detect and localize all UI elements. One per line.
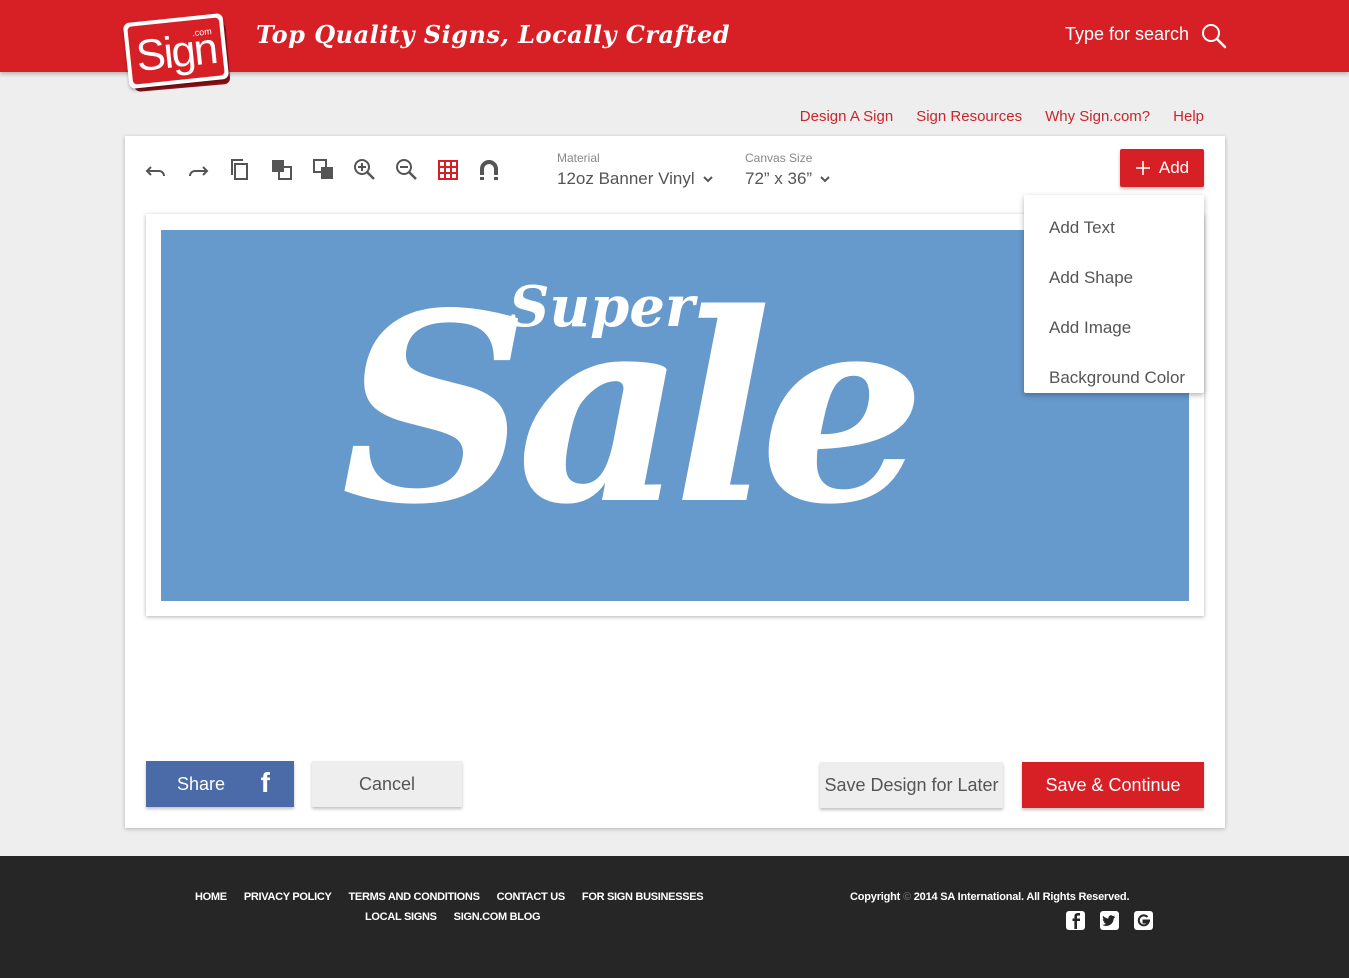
cancel-button[interactable]: Cancel	[312, 761, 462, 807]
tagline: Top Quality Signs, Locally Crafted	[256, 20, 731, 49]
share-button-label: Share	[177, 773, 226, 794]
material-select[interactable]: 12oz Banner Vinyl	[557, 169, 715, 189]
send-backward-icon[interactable]	[310, 156, 338, 184]
grid-icon[interactable]	[435, 156, 463, 184]
facebook-icon[interactable]	[1065, 910, 1086, 931]
copyright: Copyright © 2014 SA International. All R…	[850, 891, 1130, 903]
footer-links-row-1: HOME PRIVACY POLICY TERMS AND CONDITIONS…	[195, 891, 704, 903]
footer-link-local-signs[interactable]: LOCAL SIGNS	[365, 911, 437, 923]
add-dropdown-menu: Add Text Add Shape Add Image Background …	[1024, 195, 1204, 393]
canvas-size-label: Canvas Size	[745, 151, 813, 165]
editor-card: Material 12oz Banner Vinyl Canvas Size 7…	[125, 136, 1225, 828]
zoom-in-icon[interactable]	[351, 156, 379, 184]
zoom-out-icon[interactable]	[393, 156, 421, 184]
twitter-icon[interactable]	[1099, 910, 1120, 931]
chevron-down-icon	[702, 176, 713, 183]
bring-forward-icon[interactable]	[268, 156, 296, 184]
undo-icon[interactable]	[142, 156, 170, 184]
nav-sign-resources[interactable]: Sign Resources	[916, 108, 1022, 125]
canvas-text-sale[interactable]: Sale	[341, 240, 925, 580]
facebook-icon: f	[260, 767, 270, 798]
magnet-icon[interactable]	[476, 156, 504, 184]
menu-add-shape[interactable]: Add Shape	[1024, 253, 1204, 303]
footer: HOME PRIVACY POLICY TERMS AND CONDITIONS…	[0, 856, 1349, 978]
top-bar: Sign .com Top Quality Signs, Locally Cra…	[0, 0, 1349, 93]
nav-design-a-sign[interactable]: Design A Sign	[800, 108, 893, 125]
footer-link-blog[interactable]: SIGN.COM BLOG	[454, 911, 541, 923]
copyright-suffix: 2014 SA International. All Rights Reserv…	[913, 891, 1130, 903]
add-button-label: Add	[1158, 158, 1190, 177]
search-icon[interactable]	[1200, 22, 1228, 50]
copyright-prefix: Copyright	[850, 891, 901, 903]
add-button[interactable]: Add	[1120, 149, 1204, 187]
footer-links-row-2: LOCAL SIGNS SIGN.COM BLOG	[365, 911, 541, 923]
save-design-for-later-button[interactable]: Save Design for Later	[820, 762, 1003, 808]
menu-background-color[interactable]: Background Color	[1024, 353, 1204, 403]
search-input[interactable]: Type for search	[1065, 24, 1189, 45]
footer-link-privacy-policy[interactable]: PRIVACY POLICY	[244, 891, 332, 903]
footer-link-contact-us[interactable]: CONTACT US	[497, 891, 566, 903]
logo-dotcom: .com	[191, 26, 213, 39]
share-button[interactable]: Share f	[146, 761, 294, 807]
logo-inner: Sign .com	[127, 17, 225, 85]
redo-icon[interactable]	[184, 156, 212, 184]
sign-com-logo[interactable]: Sign .com	[122, 12, 231, 93]
menu-add-image[interactable]: Add Image	[1024, 303, 1204, 353]
canvas-size-select[interactable]: 72” x 36”	[745, 169, 832, 189]
nav-help[interactable]: Help	[1173, 108, 1204, 125]
main-nav: Design A Sign Sign Resources Why Sign.co…	[800, 108, 1204, 125]
material-value: 12oz Banner Vinyl	[557, 169, 695, 188]
footer-link-terms[interactable]: TERMS AND CONDITIONS	[349, 891, 480, 903]
chevron-down-icon	[820, 176, 830, 183]
footer-link-for-sign-businesses[interactable]: FOR SIGN BUSINESSES	[582, 891, 704, 903]
material-label: Material	[557, 151, 600, 165]
logo-card: Sign .com	[122, 12, 230, 90]
canvas-size-value: 72” x 36”	[745, 169, 813, 188]
plus-icon	[1135, 161, 1150, 175]
save-and-continue-button[interactable]: Save & Continue	[1022, 762, 1204, 808]
copy-icon[interactable]	[226, 156, 254, 184]
footer-link-home[interactable]: HOME	[195, 891, 227, 903]
google-plus-icon[interactable]	[1133, 910, 1154, 931]
nav-why-sign-com[interactable]: Why Sign.com?	[1045, 108, 1150, 125]
menu-add-text[interactable]: Add Text	[1024, 203, 1204, 253]
copyright-symbol: ©	[903, 891, 911, 903]
